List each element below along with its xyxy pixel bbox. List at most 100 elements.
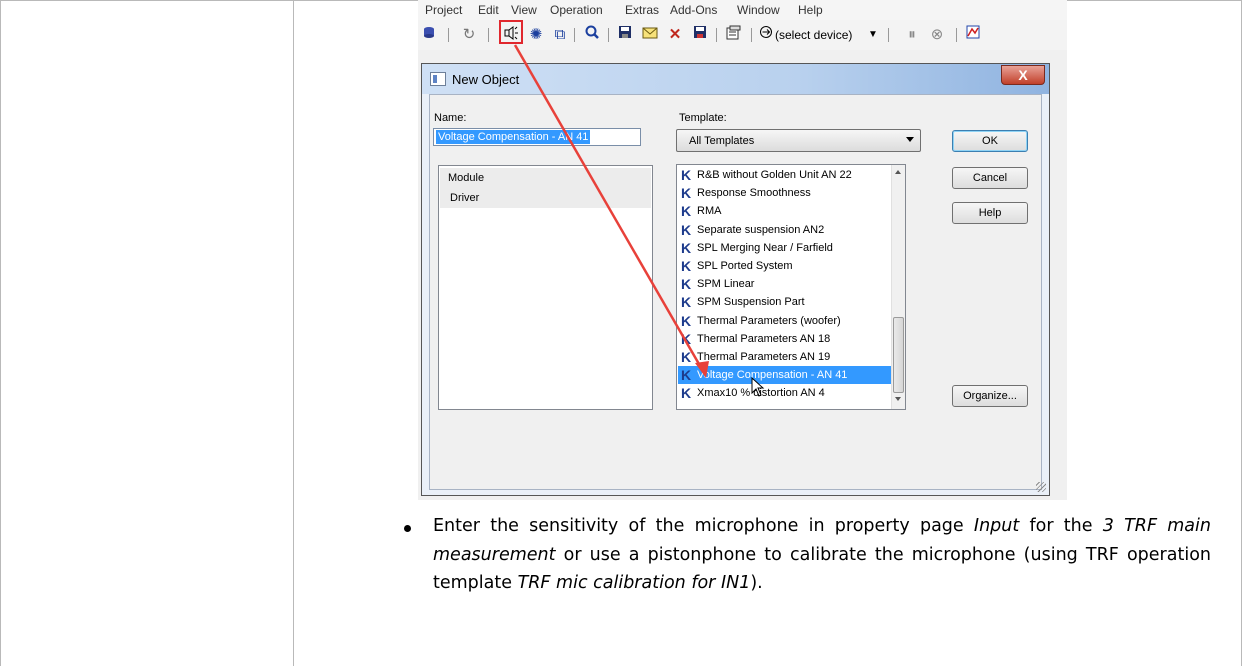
template-label: Template: xyxy=(679,112,727,124)
template-list[interactable]: K R&B without Golden Unit AN 22 K Response … xyxy=(676,164,906,410)
template-icon: K xyxy=(681,349,692,365)
cancel-button[interactable]: Cancel xyxy=(952,167,1028,189)
refresh-icon[interactable]: ↻ xyxy=(460,25,478,45)
template-item-label: SPL Merging Near / Farfield xyxy=(697,241,833,254)
name-input-value: Voltage Compensation - AN 41 xyxy=(436,130,591,144)
menu-project[interactable]: Project xyxy=(425,3,462,17)
template-list-item[interactable]: K Response Smoothness xyxy=(678,184,900,202)
instruction-part: Enter the sensitivity of the microphone … xyxy=(433,516,974,536)
window-icon xyxy=(430,72,446,86)
template-list-item[interactable]: K Thermal Parameters AN 18 xyxy=(678,330,900,348)
template-list-item[interactable]: K Separate suspension AN2 xyxy=(678,221,900,239)
template-item-label: Response Smoothness xyxy=(697,187,811,200)
toolbar-separator xyxy=(751,28,752,42)
table-column-divider xyxy=(293,0,294,666)
menu-view[interactable]: View xyxy=(511,3,537,17)
template-item-label: SPL Ported System xyxy=(697,260,793,272)
template-item-label: Thermal Parameters AN 19 xyxy=(697,351,831,363)
toolbar-separator xyxy=(608,28,609,42)
scroll-thumb[interactable] xyxy=(893,317,904,393)
instruction-text: Enter the sensitivity of the microphone … xyxy=(433,512,1211,598)
template-list-item[interactable]: K R&B without Golden Unit AN 22 xyxy=(678,166,900,184)
menu-operation[interactable]: Operation xyxy=(550,3,603,17)
input-page-name: Input xyxy=(973,516,1020,536)
template-icon: K xyxy=(681,167,692,183)
template-select[interactable]: All Templates xyxy=(676,129,921,152)
template-item-label: SPM Linear xyxy=(697,278,755,291)
menu-addons[interactable]: Add-Ons xyxy=(670,3,717,17)
scroll-up-icon[interactable] xyxy=(895,170,901,174)
template-icon: K xyxy=(681,367,692,384)
chart-icon[interactable] xyxy=(963,25,983,45)
mail-icon[interactable] xyxy=(640,25,660,45)
template-item-label: SPM Suspension Part xyxy=(697,296,805,309)
template-list-item[interactable]: K Thermal Parameters (woofer) xyxy=(678,312,900,330)
template-list-item[interactable]: K SPM Suspension Part xyxy=(678,293,900,311)
menu-bar: Project Edit View Operation Extras Add-O… xyxy=(418,0,1067,20)
template-list-item[interactable]: K Voltage Compensation - AN 41 xyxy=(678,366,900,385)
template-list-item[interactable]: K SPL Merging Near / Farfield xyxy=(678,239,900,257)
template-icon: K xyxy=(681,276,692,293)
menu-help[interactable]: Help xyxy=(798,3,823,17)
toolbar-separator xyxy=(448,28,449,42)
list-item[interactable]: Module xyxy=(440,168,651,188)
dialog-title: New Object xyxy=(452,72,520,87)
instruction-part: ). xyxy=(750,573,763,593)
chevron-down-icon xyxy=(906,137,914,142)
driver-row-label: Driver xyxy=(450,192,480,204)
instruction-part: for the xyxy=(1019,516,1103,536)
template-item-label: Thermal Parameters AN 18 xyxy=(697,332,831,345)
table-left-border xyxy=(0,0,1,666)
search-icon[interactable] xyxy=(582,25,602,45)
help-button[interactable]: Help xyxy=(952,202,1028,224)
template-select-value: All Templates xyxy=(689,135,755,147)
module-list[interactable]: Module Driver xyxy=(438,165,653,410)
toolbar-separator xyxy=(574,28,575,42)
template-item-label: Thermal Parameters (woofer) xyxy=(697,314,841,327)
organize-button[interactable]: Organize... xyxy=(952,385,1028,407)
template-icon: K xyxy=(681,312,692,329)
new-object-dialog: New Object X Name: Voltage Compensation … xyxy=(421,63,1050,496)
save-icon[interactable] xyxy=(615,25,635,45)
template-icon: K xyxy=(681,185,692,202)
template-list-item[interactable]: K Thermal Parameters AN 19 xyxy=(678,348,900,366)
template-item-label: RMA xyxy=(697,205,722,218)
name-input[interactable]: Voltage Compensation - AN 41 xyxy=(433,128,641,146)
menu-edit[interactable]: Edit xyxy=(478,3,499,17)
resize-grip-icon[interactable] xyxy=(1036,482,1046,492)
stop-icon[interactable]: ⊗ xyxy=(927,25,947,45)
close-button[interactable]: X xyxy=(1001,65,1045,85)
new-operation-icon[interactable]: ⧉ xyxy=(550,25,570,45)
pause-icon[interactable]: ⏸ xyxy=(902,25,922,45)
module-row-label: Module xyxy=(448,172,485,184)
ok-button[interactable]: OK xyxy=(952,130,1028,152)
name-label: Name: xyxy=(434,112,467,124)
bullet-point xyxy=(404,525,411,532)
menu-extras[interactable]: Extras xyxy=(625,3,659,17)
template-list-item[interactable]: K SPL Ported System xyxy=(678,257,900,275)
save-all-icon[interactable] xyxy=(690,25,710,45)
template-icon: K xyxy=(681,330,692,347)
template-list-item[interactable]: K Xmax10 % distortion AN 4 xyxy=(678,384,900,402)
new-driver-icon[interactable]: ✺ xyxy=(526,25,546,45)
database-icon[interactable] xyxy=(420,25,438,45)
menu-window[interactable]: Window xyxy=(737,3,780,17)
toolbar-separator xyxy=(716,28,717,42)
template-name: TRF mic calibration for IN1 xyxy=(517,573,751,593)
toolbar-separator xyxy=(956,28,957,42)
scroll-down-icon[interactable] xyxy=(895,397,901,401)
device-icon xyxy=(757,25,775,45)
dialog-titlebar: New Object X xyxy=(422,64,1049,94)
device-select[interactable]: (select device) xyxy=(775,25,865,45)
template-list-item[interactable]: K SPM Linear xyxy=(678,275,900,293)
chevron-down-icon[interactable]: ▼ xyxy=(866,25,880,45)
template-list-item[interactable]: K RMA xyxy=(678,202,900,220)
toolbar-separator xyxy=(888,28,889,42)
list-item[interactable]: Driver xyxy=(440,188,651,208)
scrollbar[interactable] xyxy=(891,165,905,409)
template-item-label: Voltage Compensation - AN 41 xyxy=(697,369,848,382)
template-item-label: Separate suspension AN2 xyxy=(697,223,825,236)
delete-icon[interactable]: ✕ xyxy=(665,25,685,45)
template-icon: K xyxy=(681,294,692,311)
properties-icon[interactable] xyxy=(723,25,743,45)
